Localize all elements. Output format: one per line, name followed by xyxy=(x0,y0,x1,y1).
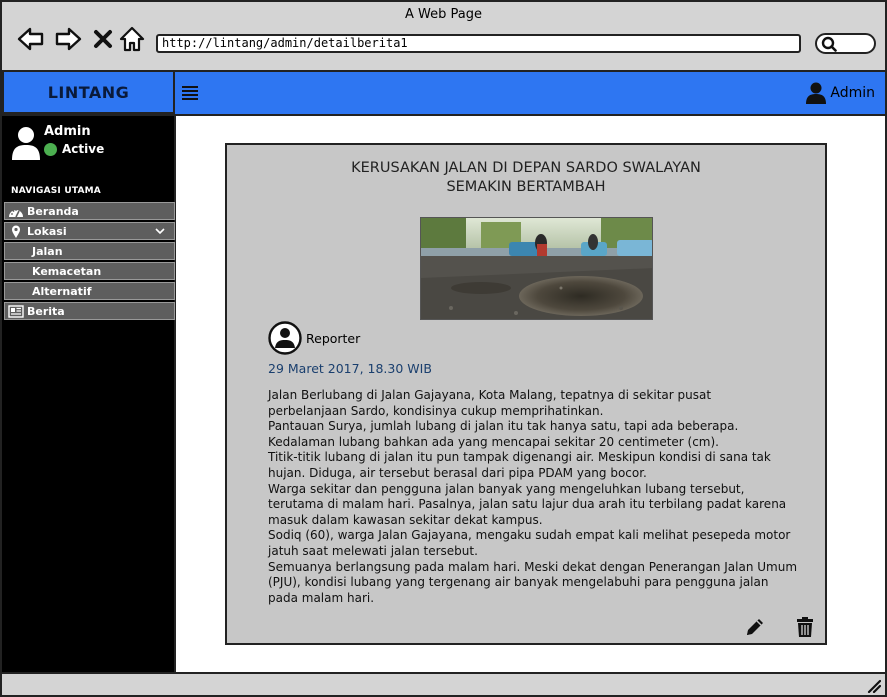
sidebar-item-label: Jalan xyxy=(32,244,63,258)
sidebar-item-label: Kemacetan xyxy=(32,264,102,278)
edit-button[interactable] xyxy=(743,615,767,639)
sidebar-item-label: Alternatif xyxy=(32,284,92,298)
search-icon xyxy=(821,36,837,52)
app-header: LINTANG Admin xyxy=(2,72,885,116)
article-line: Sodiq (60), warga Jalan Gajayana, mengak… xyxy=(268,528,791,543)
forward-arrow-icon[interactable] xyxy=(53,24,83,54)
map-pin-icon xyxy=(5,225,27,238)
sidebar-item-alternatif[interactable]: Alternatif xyxy=(4,282,175,300)
menu-toggle-icon[interactable] xyxy=(182,86,198,100)
user-panel: Admin Active xyxy=(12,124,172,164)
article-body: Jalan Berlubang di Jalan Gajayana, Kota … xyxy=(268,388,798,606)
dashboard-icon xyxy=(5,205,27,218)
sidebar: Admin Active NAVIGASI UTAMA Beranda Loka… xyxy=(2,116,176,672)
newspaper-icon xyxy=(5,304,27,318)
brand-logo[interactable]: LINTANG xyxy=(2,72,175,114)
article-line: perbelanjaan Sardo, kondisinya cukup mem… xyxy=(268,403,604,418)
article-title: KERUSAKAN JALAN DI DEPAN SARDO SWALAYAN … xyxy=(227,159,825,197)
admin-user-menu[interactable]: Admin xyxy=(806,82,875,104)
article-line: jatuh saat melewati jalan tersebut. xyxy=(268,543,478,558)
chevron-down-icon xyxy=(155,228,165,235)
browser-window: A Web Page http://lintang/admin/detailbe… xyxy=(0,0,887,697)
user-status-label: Active xyxy=(62,142,105,156)
sidebar-item-label: Berita xyxy=(27,304,65,318)
browser-toolbar: A Web Page http://lintang/admin/detailbe… xyxy=(2,2,885,72)
article-title-line: KERUSAKAN JALAN DI DEPAN SARDO SWALAYAN xyxy=(351,160,701,176)
nav-section-header: NAVIGASI UTAMA xyxy=(11,186,101,196)
article-line: Semuanya berlangsung pada malam hari. Me… xyxy=(268,559,798,574)
close-x-icon[interactable] xyxy=(88,24,118,54)
article-actions xyxy=(743,615,817,639)
sidebar-item-beranda[interactable]: Beranda xyxy=(4,202,175,220)
delete-button[interactable] xyxy=(793,615,817,639)
article-line: Warga sekitar dan pengguna jalan banyak … xyxy=(268,481,745,496)
url-input[interactable]: http://lintang/admin/detailberita1 xyxy=(156,34,801,53)
window-title: A Web Page xyxy=(405,7,482,22)
sidebar-item-kemacetan[interactable]: Kemacetan xyxy=(4,262,175,280)
user-icon xyxy=(806,82,827,104)
article-line: masuk dalam kawasan sekitar dekat kampus… xyxy=(268,512,543,527)
article-line: hujan. Diduga, air tersebut berasal dari… xyxy=(268,465,647,480)
sidebar-item-label: Beranda xyxy=(27,204,79,218)
article-line: Kedalaman lubang bahkan ada yang mencapa… xyxy=(268,434,719,449)
user-avatar-icon xyxy=(12,127,40,160)
home-icon[interactable] xyxy=(117,24,147,54)
resize-grip-icon[interactable] xyxy=(865,677,881,693)
article-line: Pantauan Surya, jumlah lubang di jalan i… xyxy=(268,419,739,434)
browser-status-bar xyxy=(2,672,885,695)
article-line: terutama di malam hari. Pasalnya, jalan … xyxy=(268,497,787,512)
article-line: Titik-titik lubang di jalan itu pun tamp… xyxy=(268,450,771,465)
back-arrow-icon[interactable] xyxy=(16,24,46,54)
main-content: KERUSAKAN JALAN DI DEPAN SARDO SWALAYAN … xyxy=(176,116,885,672)
reporter-avatar-icon xyxy=(268,321,302,355)
sidebar-user-name: Admin xyxy=(44,124,91,139)
reporter-info: Reporter xyxy=(268,321,360,355)
sidebar-item-berita[interactable]: Berita xyxy=(4,302,175,320)
article-line: Jalan Berlubang di Jalan Gajayana, Kota … xyxy=(268,388,712,402)
status-online-icon xyxy=(44,142,57,156)
browser-search-field[interactable] xyxy=(815,33,876,54)
article-date: 29 Maret 2017, 18.30 WIB xyxy=(268,361,432,376)
user-status: Active xyxy=(44,142,104,156)
article-photo xyxy=(420,217,653,320)
sidebar-item-lokasi[interactable]: Lokasi xyxy=(4,222,175,240)
article-line: (PJU), kondisi lubang yang tergenang air… xyxy=(268,575,769,590)
delete-trash-icon xyxy=(797,617,813,637)
article-line: pada malam hari. xyxy=(268,590,375,605)
edit-pencil-icon xyxy=(747,619,763,635)
sidebar-item-jalan[interactable]: Jalan xyxy=(4,242,175,260)
article-title-line: SEMAKIN BERTAMBAH xyxy=(446,179,606,195)
sidebar-menu: Beranda Lokasi Jalan Kemacetan Alternati… xyxy=(4,202,175,322)
reporter-name: Reporter xyxy=(306,330,361,346)
sidebar-item-label: Lokasi xyxy=(27,224,67,238)
article-card: KERUSAKAN JALAN DI DEPAN SARDO SWALAYAN … xyxy=(225,143,827,645)
admin-user-label: Admin xyxy=(830,85,875,101)
